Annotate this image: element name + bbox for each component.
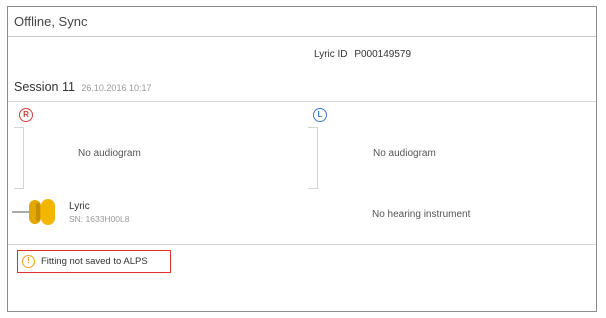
lyric-id-value: P000149579 [354,49,412,60]
hearing-instrument-icon [12,197,64,232]
session-name: Session 11 [14,80,75,94]
fitting-warning[interactable]: ! Fitting not saved to ALPS [17,250,171,273]
warning-icon: ! [22,255,35,268]
right-ear-icon: R [19,108,33,122]
device-name: Lyric [69,201,90,212]
session-heading: Session 11 26.10.2016 10:17 [14,80,151,94]
divider [8,101,596,102]
lyric-id: Lyric ID P000149579 [314,49,411,60]
header-title: Offline, Sync [14,14,88,29]
left-device-status: No hearing instrument [372,209,471,220]
left-audiogram-status: No audiogram [373,148,436,159]
left-audiogram-box[interactable] [308,127,318,189]
session-panel: Offline, Sync Lyric ID P000149579 Sessio… [7,6,597,312]
device-serial: SN: 1633H00L8 [69,214,130,224]
warning-text: Fitting not saved to ALPS [41,256,148,267]
lyric-id-label: Lyric ID [314,49,348,60]
right-audiogram-box[interactable] [14,127,24,189]
header-bar: Offline, Sync [8,7,596,37]
session-date: 26.10.2016 10:17 [81,83,152,93]
divider [8,244,596,245]
right-audiogram-status: No audiogram [78,148,141,159]
left-ear-icon: L [313,108,327,122]
